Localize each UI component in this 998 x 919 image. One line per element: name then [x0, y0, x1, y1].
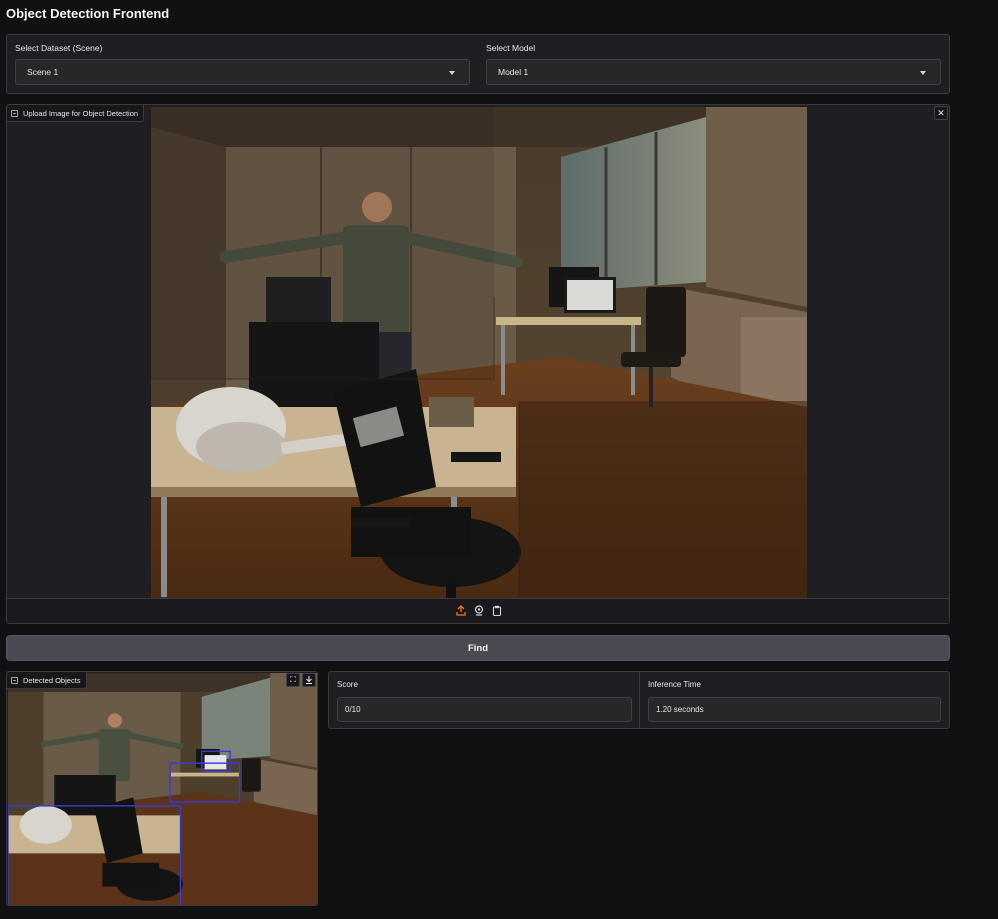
detected-label-tag: Detected Objects	[7, 672, 87, 689]
metrics-panel: Score 0/10 Inference Time 1.20 seconds	[328, 671, 950, 729]
download-icon[interactable]	[302, 673, 316, 687]
close-icon[interactable]: ✕	[934, 106, 948, 120]
selectors-panel: Select Dataset (Scene) Scene 1 Select Mo…	[6, 34, 950, 94]
detected-panel: Detected Objects ⛶	[6, 671, 318, 906]
uploaded-image	[151, 107, 807, 598]
score-field[interactable]: 0/10	[337, 697, 632, 722]
dataset-select[interactable]: Scene 1	[15, 59, 470, 85]
score-label: Score	[337, 680, 358, 689]
inference-block: Inference Time 1.20 seconds	[640, 672, 949, 728]
upload-toolbar	[7, 598, 949, 623]
detected-photo	[8, 673, 317, 905]
upload-panel[interactable]: Upload Image for Object Detection ✕	[6, 104, 950, 624]
webcam-icon[interactable]	[474, 605, 484, 616]
upload-label: Upload Image for Object Detection	[23, 108, 139, 118]
model-select-value: Model 1	[498, 67, 529, 77]
chevron-down-icon	[449, 71, 455, 75]
upload-icon[interactable]	[456, 605, 466, 616]
find-button[interactable]: Find	[6, 635, 950, 661]
model-label: Select Model	[486, 43, 536, 53]
upload-label-tag: Upload Image for Object Detection	[7, 105, 145, 122]
score-block: Score 0/10	[329, 672, 640, 728]
image-icon	[11, 676, 18, 684]
dataset-label: Select Dataset (Scene)	[15, 43, 103, 53]
inference-label: Inference Time	[648, 680, 701, 689]
office-photo	[151, 107, 807, 598]
image-icon	[11, 109, 18, 117]
inference-field[interactable]: 1.20 seconds	[648, 697, 941, 722]
fullscreen-icon[interactable]: ⛶	[286, 673, 300, 687]
model-select[interactable]: Model 1	[486, 59, 941, 85]
clipboard-icon[interactable]	[492, 605, 502, 616]
dataset-select-value: Scene 1	[27, 67, 59, 77]
detected-label: Detected Objects	[23, 675, 81, 685]
chevron-down-icon	[920, 71, 926, 75]
detected-image	[8, 673, 317, 905]
page-title: Object Detection Frontend	[6, 6, 170, 21]
